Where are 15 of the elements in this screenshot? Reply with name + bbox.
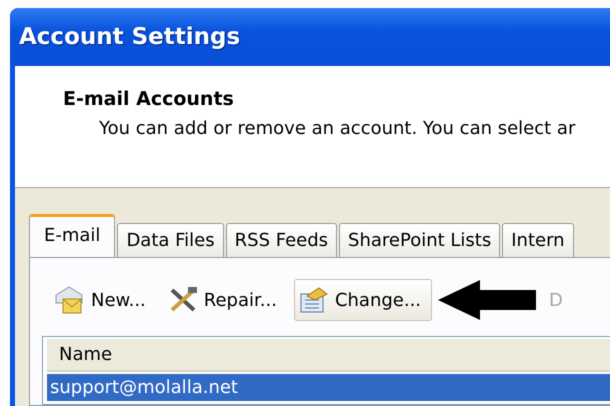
section-title: E-mail Accounts — [63, 88, 235, 110]
column-header[interactable]: Name — [47, 339, 610, 372]
window-title: Account Settings — [19, 24, 240, 50]
tab[interactable]: RSS Feeds — [226, 223, 338, 257]
description-text: You can add or remove an account. You can select ar — [99, 118, 576, 139]
new-button[interactable]: New... — [48, 278, 157, 322]
repair-button[interactable]: Repair... — [162, 279, 288, 321]
tab[interactable]: E-mail — [29, 214, 116, 258]
change-button[interactable]: Change... — [294, 279, 432, 321]
tab[interactable]: Data Files — [117, 223, 224, 257]
tab[interactable]: SharePoint Lists — [339, 223, 500, 257]
account-row[interactable]: support@molalla.net — [47, 374, 610, 401]
tab[interactable]: Intern — [502, 223, 574, 257]
envelope-icon — [53, 285, 85, 315]
settings-card-icon — [298, 286, 329, 314]
